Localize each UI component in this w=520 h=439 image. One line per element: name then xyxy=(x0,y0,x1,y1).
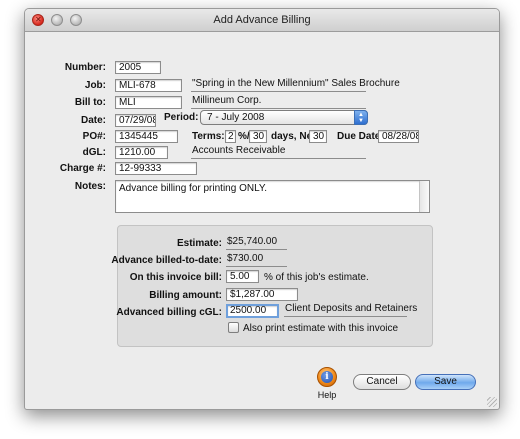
on-invoice-percent-field[interactable]: 5.00 xyxy=(226,270,259,283)
duedate-field[interactable]: 08/28/08 xyxy=(378,130,419,143)
number-field[interactable]: 2005 xyxy=(115,61,161,74)
charge-field[interactable]: 12-99333 xyxy=(115,162,197,175)
cgl-description: Client Deposits and Retainers xyxy=(284,303,417,317)
terms-percent-field[interactable]: 2 xyxy=(225,130,236,143)
cgl-field[interactable]: 2500.00 xyxy=(226,304,279,318)
billto-field[interactable]: MLI xyxy=(115,96,182,109)
cancel-button[interactable]: Cancel xyxy=(353,374,411,390)
po-field[interactable]: 1345445 xyxy=(115,130,178,143)
notes-scrollbar[interactable] xyxy=(419,181,429,212)
date-label: Date: xyxy=(80,115,106,126)
help-icon[interactable]: i xyxy=(317,367,337,387)
resize-grip-icon[interactable] xyxy=(487,397,497,407)
po-label: PO#: xyxy=(82,131,106,142)
on-invoice-suffix: % of this job's estimate. xyxy=(264,272,369,283)
select-arrows-icon: ▲ ▼ xyxy=(354,110,368,125)
print-estimate-label[interactable]: Also print estimate with this invoice xyxy=(243,323,398,334)
titlebar: Add Advance Billing xyxy=(25,9,499,32)
dgl-field[interactable]: 1210.00 xyxy=(115,146,168,159)
period-value: 7 - July 2008 xyxy=(207,112,265,123)
notes-text: Advance billing for printing ONLY. xyxy=(119,183,268,194)
date-field[interactable]: 07/29/08 xyxy=(115,114,156,127)
dgl-description: Accounts Receivable xyxy=(191,145,366,159)
cgl-label: Advanced billing cGL: xyxy=(116,307,222,318)
terms-label: Terms: xyxy=(192,131,225,142)
job-description: "Spring in the New Millennium" Sales Bro… xyxy=(191,78,400,92)
save-button[interactable]: Save xyxy=(415,374,476,390)
help-label[interactable]: Help xyxy=(313,390,341,400)
period-label: Period: xyxy=(164,112,199,123)
billing-amount-label: Billing amount: xyxy=(149,290,222,301)
job-field[interactable]: MLI-678 xyxy=(115,79,182,92)
dgl-label: dGL: xyxy=(82,147,106,158)
advance-billed-label: Advance billed-to-date: xyxy=(111,255,222,266)
terms-net-field[interactable]: 30 xyxy=(309,130,327,143)
estimate-value: $25,740.00 xyxy=(226,236,287,250)
charge-label: Charge #: xyxy=(59,163,106,174)
terms-days-field[interactable]: 30 xyxy=(249,130,267,143)
notes-label: Notes: xyxy=(74,181,106,192)
print-estimate-checkbox[interactable] xyxy=(228,322,239,333)
on-invoice-label: On this invoice bill: xyxy=(129,272,222,283)
estimate-label: Estimate: xyxy=(176,238,222,249)
notes-textarea[interactable]: Advance billing for printing ONLY. xyxy=(115,180,430,213)
number-label: Number: xyxy=(64,62,106,73)
duedate-label: Due Date: xyxy=(337,131,384,142)
window-title: Add Advance Billing xyxy=(213,14,311,26)
billto-description: Millineum Corp. xyxy=(191,95,366,109)
job-label: Job: xyxy=(84,80,106,91)
billto-label: Bill to: xyxy=(74,97,106,108)
advance-billed-value: $730.00 xyxy=(226,253,287,267)
billing-amount-field[interactable]: $1,287.00 xyxy=(226,288,298,301)
period-select[interactable]: 7 - July 2008 ▲ ▼ xyxy=(200,110,368,125)
terms-percent-symbol: %/ xyxy=(238,131,250,142)
